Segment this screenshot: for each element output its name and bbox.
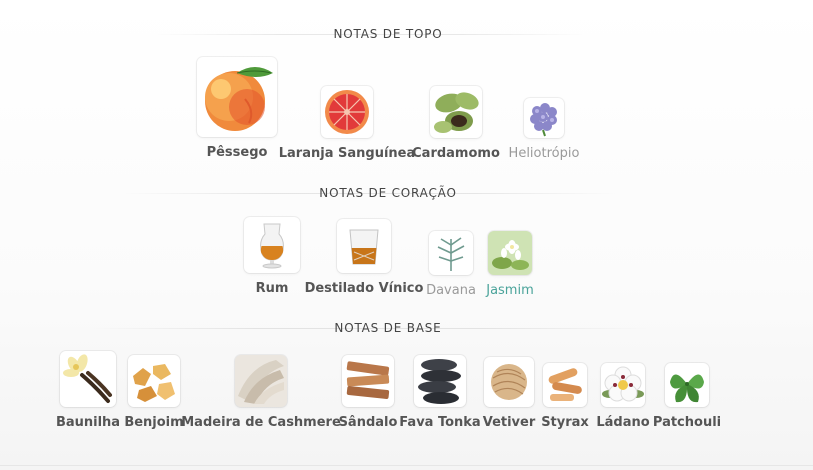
note-label: Laranja Sanguínea bbox=[278, 146, 416, 161]
blood-orange-tile bbox=[321, 86, 373, 138]
note-davana[interactable]: Davana bbox=[424, 231, 478, 298]
heart-notes-title-text: NOTAS DE CORAÇÃO bbox=[319, 186, 457, 200]
jasmine-tile bbox=[488, 231, 532, 275]
cashmere-wood-icon bbox=[238, 360, 284, 404]
rum-tile bbox=[244, 217, 300, 273]
note-label: Patchouli bbox=[652, 415, 722, 430]
note-label: Baunilha bbox=[55, 415, 121, 430]
note-label: Cardamomo bbox=[412, 146, 500, 161]
davana-tile bbox=[429, 231, 473, 275]
note-cardamomo[interactable]: Cardamomo bbox=[412, 86, 500, 161]
note-heliotropio[interactable]: Heliotrópio bbox=[502, 98, 586, 161]
note-label: Sândalo bbox=[338, 415, 398, 430]
styrax-icon bbox=[548, 368, 582, 401]
note-jasmim[interactable]: Jasmim bbox=[484, 231, 536, 298]
base-notes-title-text: NOTAS DE BASE bbox=[334, 321, 442, 335]
jasmine-icon bbox=[492, 240, 529, 270]
heart-notes-title: NOTAS DE CORAÇÃO bbox=[0, 186, 776, 200]
note-label: Styrax bbox=[541, 415, 589, 430]
peach-icon bbox=[205, 67, 273, 131]
heliotrope-icon bbox=[530, 103, 557, 137]
top-notes-title-text: NOTAS DE TOPO bbox=[333, 27, 443, 41]
labdanum-tile bbox=[601, 363, 645, 407]
rum-glass-icon bbox=[260, 223, 284, 269]
footer-divider bbox=[0, 465, 813, 466]
benzoin-tile bbox=[128, 355, 180, 407]
notes-pyramid: NOTAS DE TOPO Pêssego Laranja Sanguínea … bbox=[0, 0, 813, 470]
vanilla-tile bbox=[60, 351, 116, 407]
note-label: Ládano bbox=[596, 415, 650, 430]
vetiver-icon bbox=[491, 364, 527, 400]
vetiver-tile bbox=[484, 357, 534, 407]
tonka-bean-tile bbox=[414, 355, 466, 407]
patchouli-icon bbox=[670, 374, 704, 403]
note-benjoim[interactable]: Benjoim bbox=[124, 355, 184, 430]
note-label: Davana bbox=[426, 283, 476, 298]
heliotrope-tile bbox=[524, 98, 564, 138]
whisky-tile bbox=[337, 219, 391, 273]
tonka-bean-icon bbox=[418, 359, 461, 404]
note-patchouli[interactable]: Patchouli bbox=[652, 363, 722, 430]
base-notes-title: NOTAS DE BASE bbox=[0, 321, 776, 335]
note-laranja-sanguinea[interactable]: Laranja Sanguínea bbox=[279, 86, 415, 161]
patchouli-tile bbox=[665, 363, 709, 407]
note-sandalo[interactable]: Sândalo bbox=[338, 355, 398, 430]
sandalwood-icon bbox=[346, 361, 390, 399]
note-label: Pêssego bbox=[206, 145, 268, 160]
note-label: Rum bbox=[255, 281, 289, 296]
note-label: Destilado Vínico bbox=[304, 281, 424, 296]
note-fava-tonka[interactable]: Fava Tonka bbox=[399, 355, 481, 430]
sandalwood-tile bbox=[342, 355, 394, 407]
blood-orange-icon bbox=[325, 90, 369, 134]
top-notes-title: NOTAS DE TOPO bbox=[0, 27, 776, 41]
note-label: Benjoim bbox=[124, 415, 184, 430]
note-pessego[interactable]: Pêssego bbox=[196, 57, 278, 160]
cardamom-icon bbox=[434, 92, 479, 133]
note-vetiver[interactable]: Vetiver bbox=[482, 357, 536, 430]
note-label: Heliotrópio bbox=[508, 146, 580, 161]
note-ladano[interactable]: Ládano bbox=[596, 363, 650, 430]
cardamom-tile bbox=[430, 86, 482, 138]
note-label: Jasmim bbox=[486, 283, 534, 298]
note-label: Fava Tonka bbox=[399, 415, 481, 430]
note-label: Madeira de Cashmere bbox=[181, 415, 341, 430]
note-madeira-de-cashmere[interactable]: Madeira de Cashmere bbox=[181, 355, 341, 430]
note-destilado-vinico[interactable]: Destilado Vínico bbox=[305, 219, 423, 296]
vanilla-icon bbox=[63, 354, 112, 403]
peach-tile bbox=[197, 57, 277, 137]
cashmere-wood-tile bbox=[235, 355, 287, 407]
styrax-tile bbox=[543, 363, 587, 407]
benzoin-icon bbox=[133, 364, 175, 402]
whisky-glass-icon bbox=[349, 229, 379, 265]
davana-icon bbox=[437, 237, 465, 271]
labdanum-icon bbox=[602, 366, 644, 402]
note-rum[interactable]: Rum bbox=[243, 217, 301, 296]
note-styrax[interactable]: Styrax bbox=[540, 363, 590, 430]
note-baunilha[interactable]: Baunilha bbox=[55, 351, 121, 430]
note-label: Vetiver bbox=[482, 415, 536, 430]
